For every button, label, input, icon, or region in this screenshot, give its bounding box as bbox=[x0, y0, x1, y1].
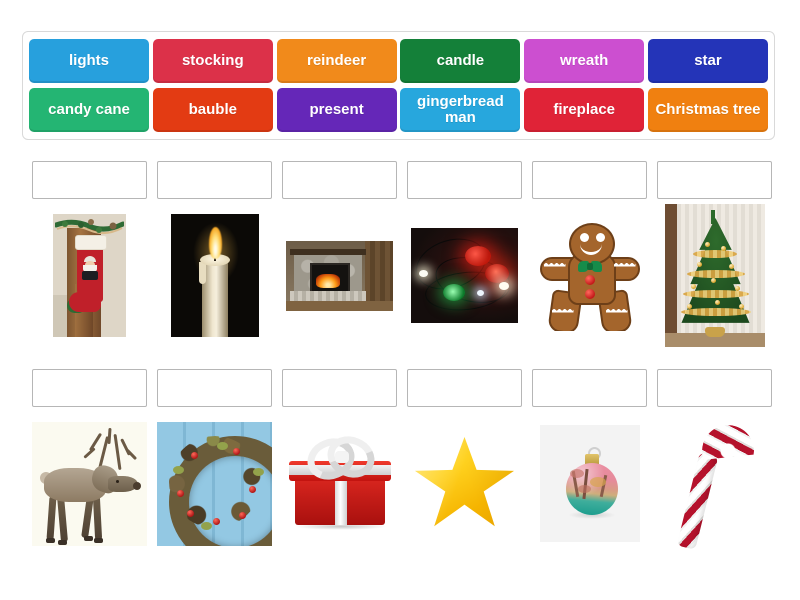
candle-image bbox=[170, 214, 259, 337]
drop-zone-10[interactable] bbox=[407, 369, 522, 407]
image-cell-candy-cane[interactable] bbox=[657, 411, 772, 556]
word-tile-gingerbread-man[interactable]: gingerbread man bbox=[400, 88, 521, 132]
image-cell-gingerbread-man[interactable] bbox=[532, 203, 647, 348]
gingerbread-man-image bbox=[537, 220, 642, 331]
image-row-2 bbox=[32, 411, 772, 556]
drop-zone-11[interactable] bbox=[532, 369, 647, 407]
word-tile-present[interactable]: present bbox=[276, 88, 397, 132]
word-bank-row-2: candy cane bauble present gingerbread ma… bbox=[29, 88, 768, 132]
lights-image bbox=[411, 228, 518, 323]
star-image bbox=[412, 431, 517, 536]
drop-zone-8[interactable] bbox=[157, 369, 272, 407]
word-tile-bauble[interactable]: bauble bbox=[152, 88, 273, 132]
image-cell-lights[interactable] bbox=[407, 203, 522, 348]
drop-zone-1[interactable] bbox=[32, 161, 147, 199]
drop-zone-3[interactable] bbox=[282, 161, 397, 199]
image-cell-stocking[interactable] bbox=[32, 203, 147, 348]
word-tile-fireplace[interactable]: fireplace bbox=[524, 88, 645, 132]
drop-zone-5[interactable] bbox=[532, 161, 647, 199]
drop-zone-row-2 bbox=[32, 369, 772, 407]
candy-cane-image bbox=[659, 418, 770, 549]
christmas-tree-image bbox=[664, 204, 765, 347]
image-cell-star[interactable] bbox=[407, 411, 522, 556]
word-tile-star[interactable]: star bbox=[647, 39, 768, 83]
word-tile-christmas-tree[interactable]: Christmas tree bbox=[647, 88, 768, 132]
image-cell-christmas-tree[interactable] bbox=[657, 203, 772, 348]
activity-canvas: lights stocking reindeer candle wreath s… bbox=[0, 0, 800, 600]
word-bank: lights stocking reindeer candle wreath s… bbox=[22, 31, 775, 140]
image-cell-bauble[interactable] bbox=[532, 411, 647, 556]
drop-zone-9[interactable] bbox=[282, 369, 397, 407]
image-cell-present[interactable] bbox=[282, 411, 397, 556]
drop-zone-row-1 bbox=[32, 161, 772, 199]
drop-zone-6[interactable] bbox=[657, 161, 772, 199]
word-tile-candy-cane[interactable]: candy cane bbox=[29, 88, 149, 132]
drop-zone-7[interactable] bbox=[32, 369, 147, 407]
drop-zone-2[interactable] bbox=[157, 161, 272, 199]
stocking-image bbox=[53, 214, 126, 337]
wreath-image bbox=[157, 421, 272, 546]
word-tile-candle[interactable]: candle bbox=[400, 39, 521, 83]
word-tile-lights[interactable]: lights bbox=[29, 39, 149, 83]
image-cell-reindeer[interactable] bbox=[32, 411, 147, 556]
reindeer-image bbox=[32, 421, 147, 546]
drop-zone-12[interactable] bbox=[657, 369, 772, 407]
word-tile-stocking[interactable]: stocking bbox=[152, 39, 273, 83]
drop-zone-4[interactable] bbox=[407, 161, 522, 199]
word-bank-row-1: lights stocking reindeer candle wreath s… bbox=[29, 39, 768, 83]
word-tile-wreath[interactable]: wreath bbox=[524, 39, 645, 83]
image-cell-wreath[interactable] bbox=[157, 411, 272, 556]
bauble-image bbox=[539, 425, 640, 542]
image-cell-candle[interactable] bbox=[157, 203, 272, 348]
word-tile-reindeer[interactable]: reindeer bbox=[276, 39, 397, 83]
image-cell-fireplace[interactable] bbox=[282, 203, 397, 348]
fireplace-image bbox=[286, 240, 393, 311]
present-image bbox=[284, 431, 395, 536]
image-row-1 bbox=[32, 203, 772, 348]
